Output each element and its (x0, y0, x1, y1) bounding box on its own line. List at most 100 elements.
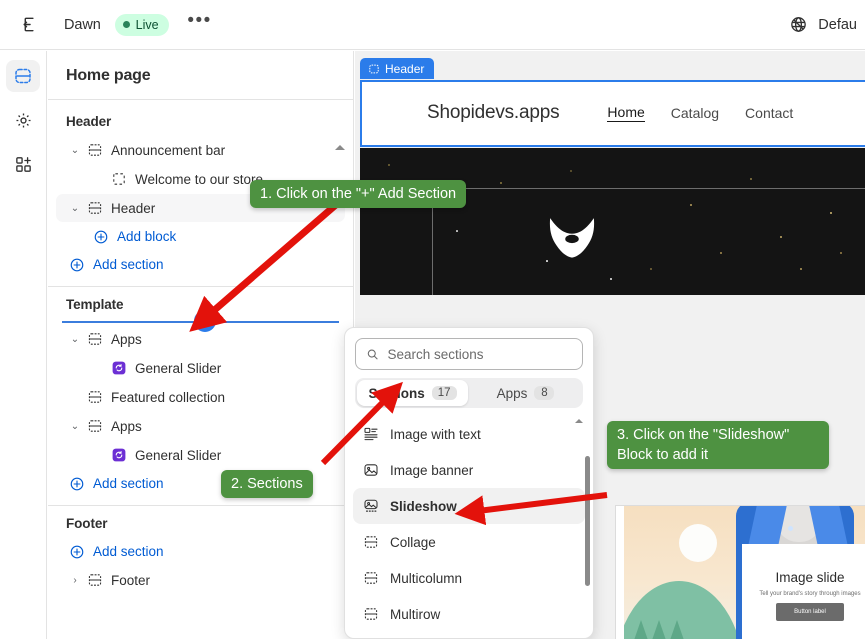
rail-item-apps[interactable] (6, 148, 40, 180)
link-label: Add section (93, 257, 164, 272)
status-dot-icon (122, 21, 130, 28)
slide-subtitle: Tell your brand's story through images (759, 590, 861, 597)
callout-step-1: 1. Click on the "+" Add Section (250, 180, 467, 208)
icon-rail (0, 51, 47, 639)
tab-sections-label: Sections (368, 385, 425, 401)
link-label: Add section (93, 544, 164, 559)
globe-icon[interactable] (789, 15, 808, 34)
search-icon (367, 349, 378, 359)
image-with-text-icon (363, 426, 379, 442)
chevron-right-icon[interactable]: › (66, 575, 84, 586)
section-option-slideshow[interactable]: Slideshow (353, 488, 585, 524)
slideshow-icon (363, 498, 379, 514)
scroll-up-icon[interactable] (335, 145, 345, 150)
add-link-add-section[interactable]: Add section (56, 251, 345, 278)
footer-icon (84, 572, 106, 588)
tab-sections-count: 17 (431, 386, 457, 400)
sections-sidebar: Home page Header ⌄ Announcement bar Welcome… (48, 51, 354, 639)
plus-circle-icon (90, 229, 112, 245)
nav-link-contact[interactable]: Contact (745, 105, 793, 121)
tab-apps-count: 8 (534, 386, 555, 400)
tree-item-label: Featured collection (111, 389, 226, 405)
section-option-image-with-text[interactable]: Image with text (353, 416, 585, 452)
section-tag-label: Header (385, 61, 425, 76)
chevron-down-icon[interactable]: ⌄ (66, 203, 84, 214)
add-section-plus-button[interactable]: + (194, 310, 216, 332)
tree-item-general-slider[interactable]: General Slider (56, 354, 345, 382)
rail-item-theme-settings[interactable] (6, 104, 40, 136)
tree-item-label: Welcome to our store (135, 171, 264, 187)
section-option-collage[interactable]: Collage (353, 524, 585, 560)
callout-step-2: 2. Sections (221, 470, 313, 498)
tree-item-announcement-bar[interactable]: ⌄ Announcement bar (56, 136, 345, 164)
top-bar-right: Defau (789, 15, 865, 34)
theme-editor-app: Dawn Live ••• Defau Home page Header ⌄ A… (0, 0, 865, 639)
tree-item-footer[interactable]: › Footer (56, 566, 345, 594)
section-icon (84, 389, 106, 405)
list-scroll-up-icon[interactable] (575, 419, 583, 423)
popover-search-wrap (345, 328, 593, 376)
section-icon (84, 200, 106, 216)
chevron-down-icon[interactable]: ⌄ (66, 421, 84, 432)
collage-icon (363, 534, 379, 550)
multirow-icon (363, 606, 379, 622)
tree-shape (650, 620, 668, 639)
exit-icon[interactable] (14, 9, 46, 41)
tree-item-label: Announcement bar (111, 142, 226, 158)
preview-store-header: Shopidevs.apps Home Catalog Contact (360, 79, 865, 147)
tree-item-label: General Slider (135, 447, 222, 463)
rail-item-sections[interactable] (6, 60, 40, 92)
tree-item-apps[interactable]: ⌄ Apps (56, 412, 345, 440)
tree-item-featured-collection[interactable]: Featured collection (56, 383, 345, 411)
locale-selector-label[interactable]: Defau (818, 17, 857, 33)
link-label: Add block (117, 229, 177, 244)
chevron-down-icon[interactable]: ⌄ (66, 145, 84, 156)
section-option-image-banner[interactable]: Image banner (353, 452, 585, 488)
image-banner-icon (363, 462, 379, 478)
preview-slideshow-card[interactable]: Image slide Tell your brand's story thro… (615, 505, 865, 639)
section-option-label: Multicolumn (390, 570, 463, 586)
preview-hero-banner[interactable] (360, 148, 865, 295)
tab-apps[interactable]: Apps 8 (470, 380, 581, 406)
section-icon (84, 418, 106, 434)
app-block-icon (108, 360, 130, 376)
top-bar: Dawn Live ••• Defau (0, 0, 865, 50)
link-label: Add section (93, 476, 164, 491)
status-badge-label: Live (135, 17, 159, 32)
sidebar-group-title-footer: Footer (66, 516, 108, 531)
section-tag[interactable]: Header (360, 58, 435, 79)
popover-scrollbar[interactable] (585, 456, 590, 586)
shirt-button (788, 526, 793, 531)
section-icon (84, 142, 106, 158)
section-option-label: Image banner (390, 462, 474, 478)
tab-sections[interactable]: Sections 17 (357, 380, 468, 406)
section-option-multirow[interactable]: Multirow (353, 596, 585, 632)
app-block-icon (108, 447, 130, 463)
section-option-label: Slideshow (390, 498, 457, 514)
preview-header-section[interactable]: Header Shopidevs.apps Home Catalog Conta… (360, 58, 865, 147)
section-option-multicolumn[interactable]: Multicolumn (353, 560, 585, 596)
nav-link-home[interactable]: Home (607, 104, 645, 122)
tree-item-general-slider[interactable]: General Slider (56, 441, 345, 469)
tab-apps-label: Apps (496, 385, 528, 401)
tree-item-label: Apps (111, 418, 142, 434)
section-option-label: Image with text (390, 426, 481, 442)
theme-name[interactable]: Dawn (64, 17, 101, 33)
tree-item-label: General Slider (135, 360, 222, 376)
tree-shape (632, 620, 650, 639)
search-box[interactable] (355, 338, 583, 370)
add-section-popover: Sections 17 Apps 8 Image with text Image … (344, 327, 594, 639)
add-link-add-section[interactable]: Add section (56, 538, 345, 565)
slide-text-overlay: Image slide Tell your brand's story thro… (742, 544, 865, 639)
chevron-down-icon[interactable]: ⌄ (66, 334, 84, 345)
add-link-add-block[interactable]: Add block (56, 223, 345, 250)
plus-circle-icon (66, 257, 88, 273)
page-title: Home page (48, 51, 353, 100)
sidebar-divider (48, 505, 353, 506)
nav-link-catalog[interactable]: Catalog (671, 105, 719, 121)
more-options-icon[interactable]: ••• (185, 10, 215, 40)
store-name: Shopidevs.apps (427, 102, 560, 123)
tree-item-label: Footer (111, 572, 151, 588)
slide-button[interactable]: Button label (776, 602, 844, 621)
search-input[interactable] (387, 346, 572, 362)
